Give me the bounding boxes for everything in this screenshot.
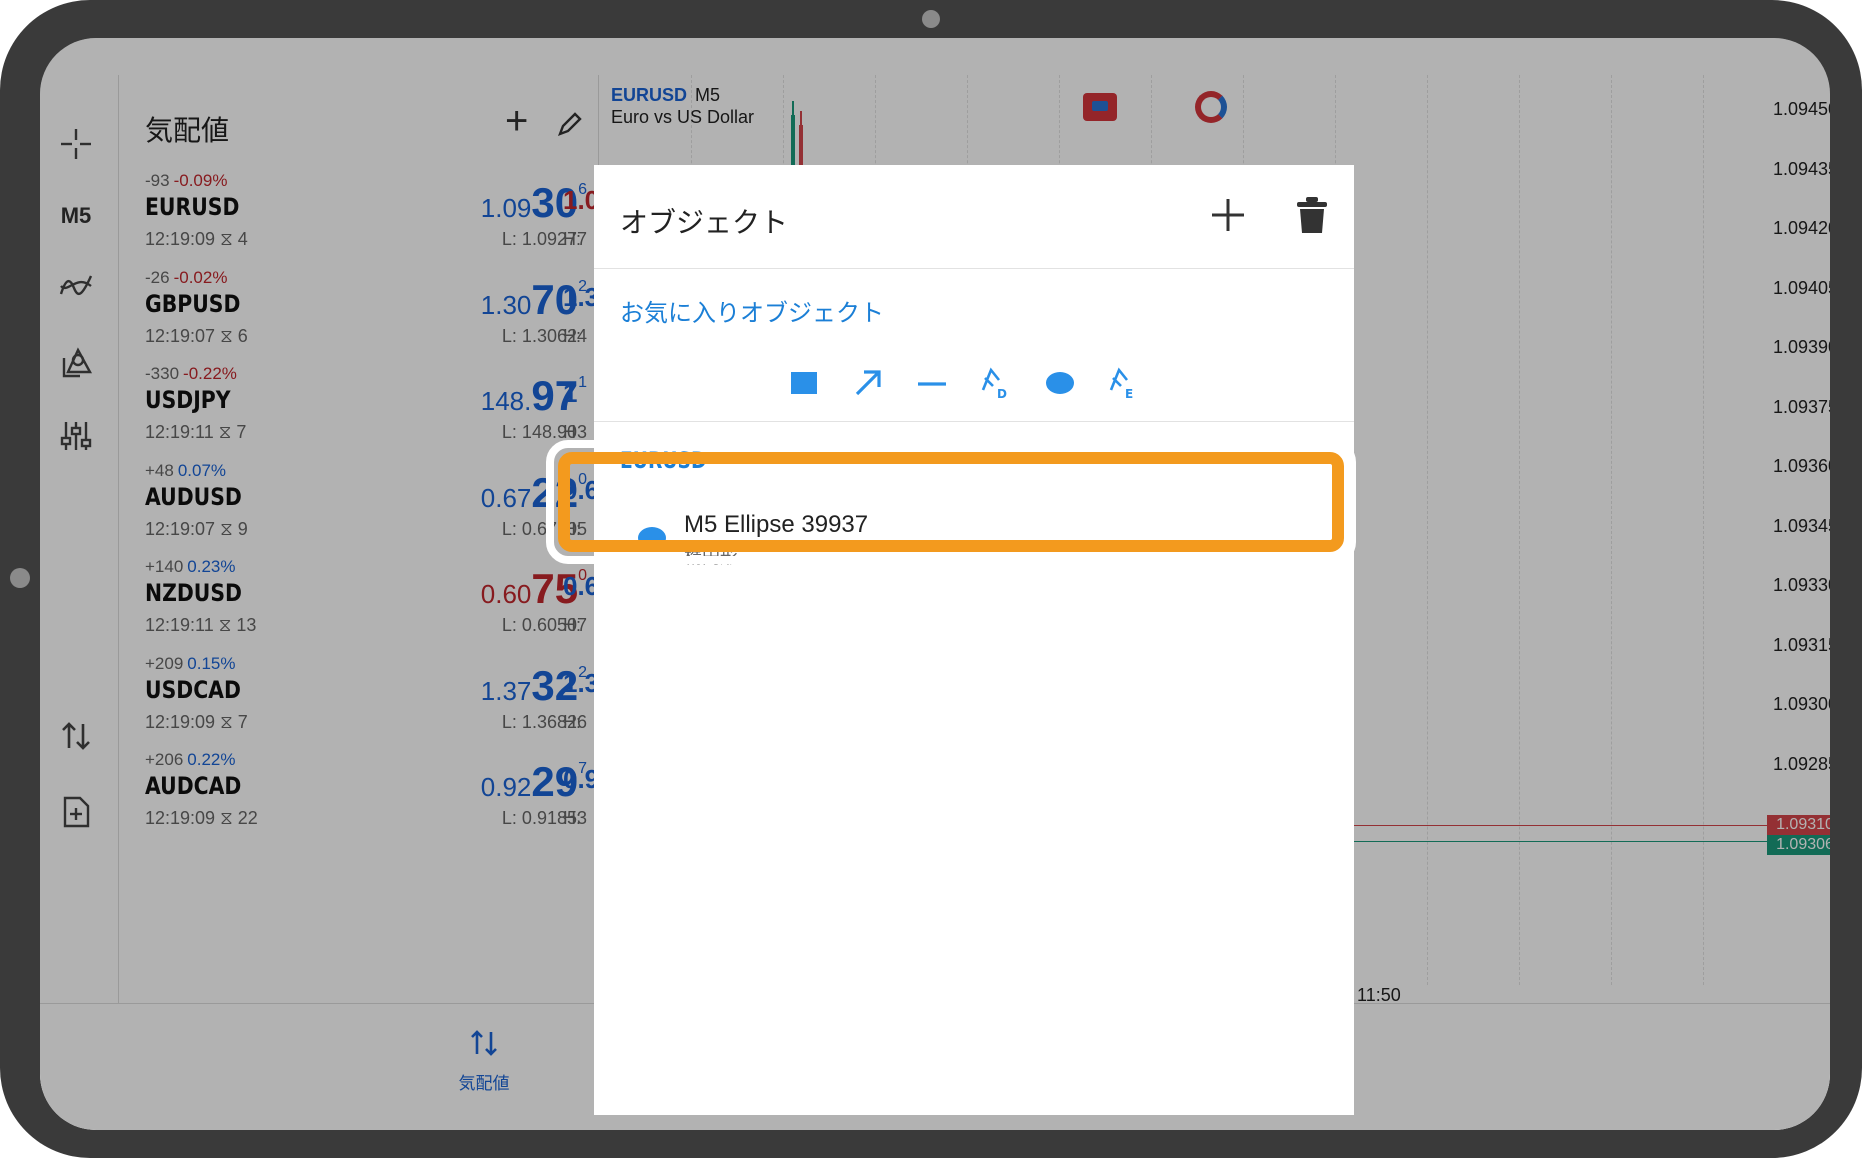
fibonacci-e-icon[interactable]: E [1104,363,1144,403]
favorite-objects-row: D E [784,363,1164,413]
device-frame: M5 気配値 + -93 -0.09% EURUSD 12:19:09 ⧖ 4 … [0,0,1862,1158]
dialog-header: オブジェクト [594,165,1354,269]
svg-text:D: D [997,387,1007,400]
rectangle-icon[interactable] [784,363,824,403]
highlight-frame-inner [558,452,1344,552]
favorites-title: お気に入りオブジェクト [620,300,884,327]
ellipse-icon[interactable] [1040,363,1080,403]
objects-dialog: オブジェクト お気に入りオブジェクト D E EURUSD M5 Ellipse… [594,165,1354,1115]
screen: M5 気配値 + -93 -0.09% EURUSD 12:19:09 ⧖ 4 … [40,38,1830,1130]
highlight-frame [546,440,1356,564]
arrow-line-icon[interactable] [848,363,888,403]
divider [594,421,1354,422]
side-button [10,568,30,588]
horizontal-line-icon[interactable] [912,363,952,403]
dialog-title: オブジェクト [620,207,789,238]
svg-text:E: E [1125,387,1133,400]
delete-button[interactable] [1294,195,1330,235]
fibonacci-d-icon[interactable]: D [976,363,1016,403]
camera-dot [922,10,940,28]
trash-icon [1297,197,1327,233]
plus-icon [1212,199,1244,231]
add-object-button[interactable] [1208,195,1248,235]
